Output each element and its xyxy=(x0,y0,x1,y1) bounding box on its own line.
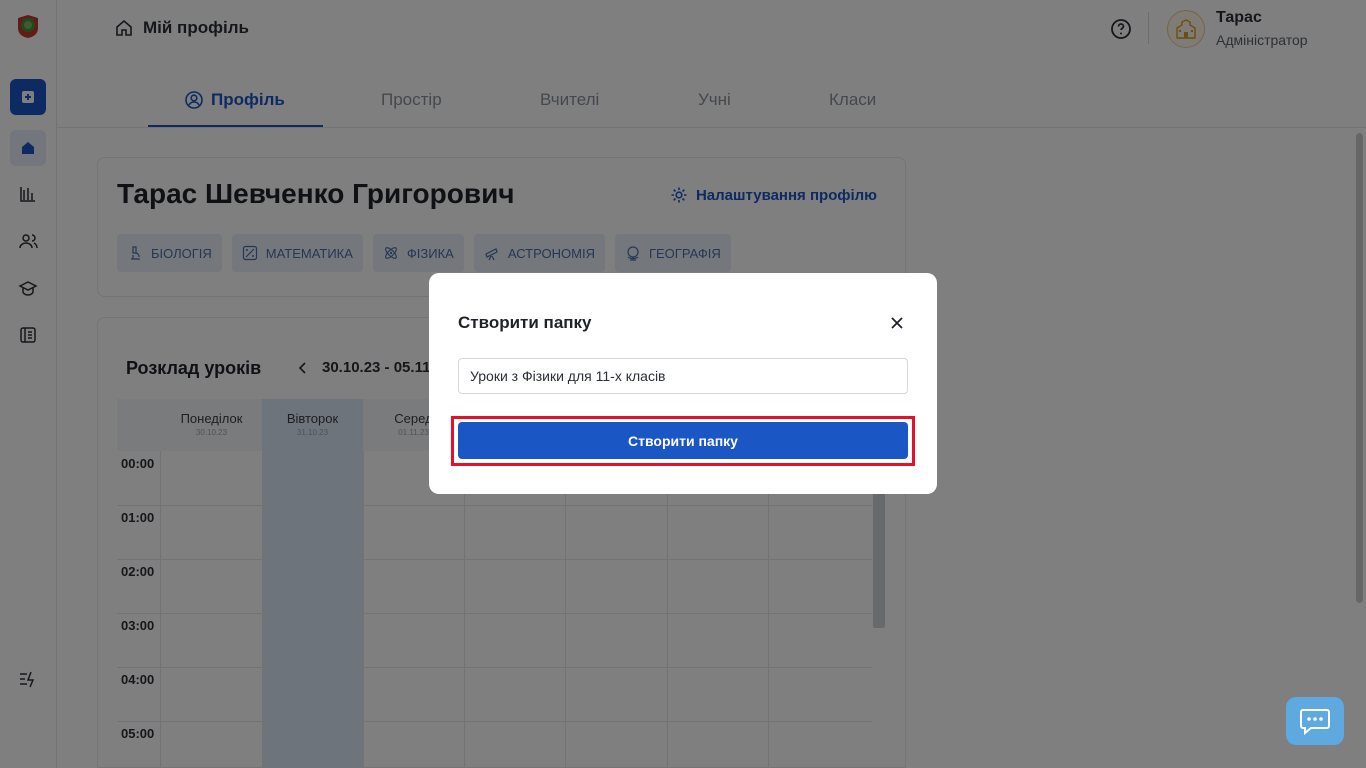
dialog-title: Створити папку xyxy=(458,313,592,332)
close-icon xyxy=(891,317,903,329)
chat-icon xyxy=(1300,709,1330,735)
create-folder-dialog: Створити папку Створити папку xyxy=(429,273,937,494)
chat-support-button[interactable] xyxy=(1286,697,1344,745)
create-folder-button[interactable]: Створити папку xyxy=(458,422,908,459)
close-button[interactable] xyxy=(888,314,906,332)
folder-name-input[interactable] xyxy=(458,358,908,394)
